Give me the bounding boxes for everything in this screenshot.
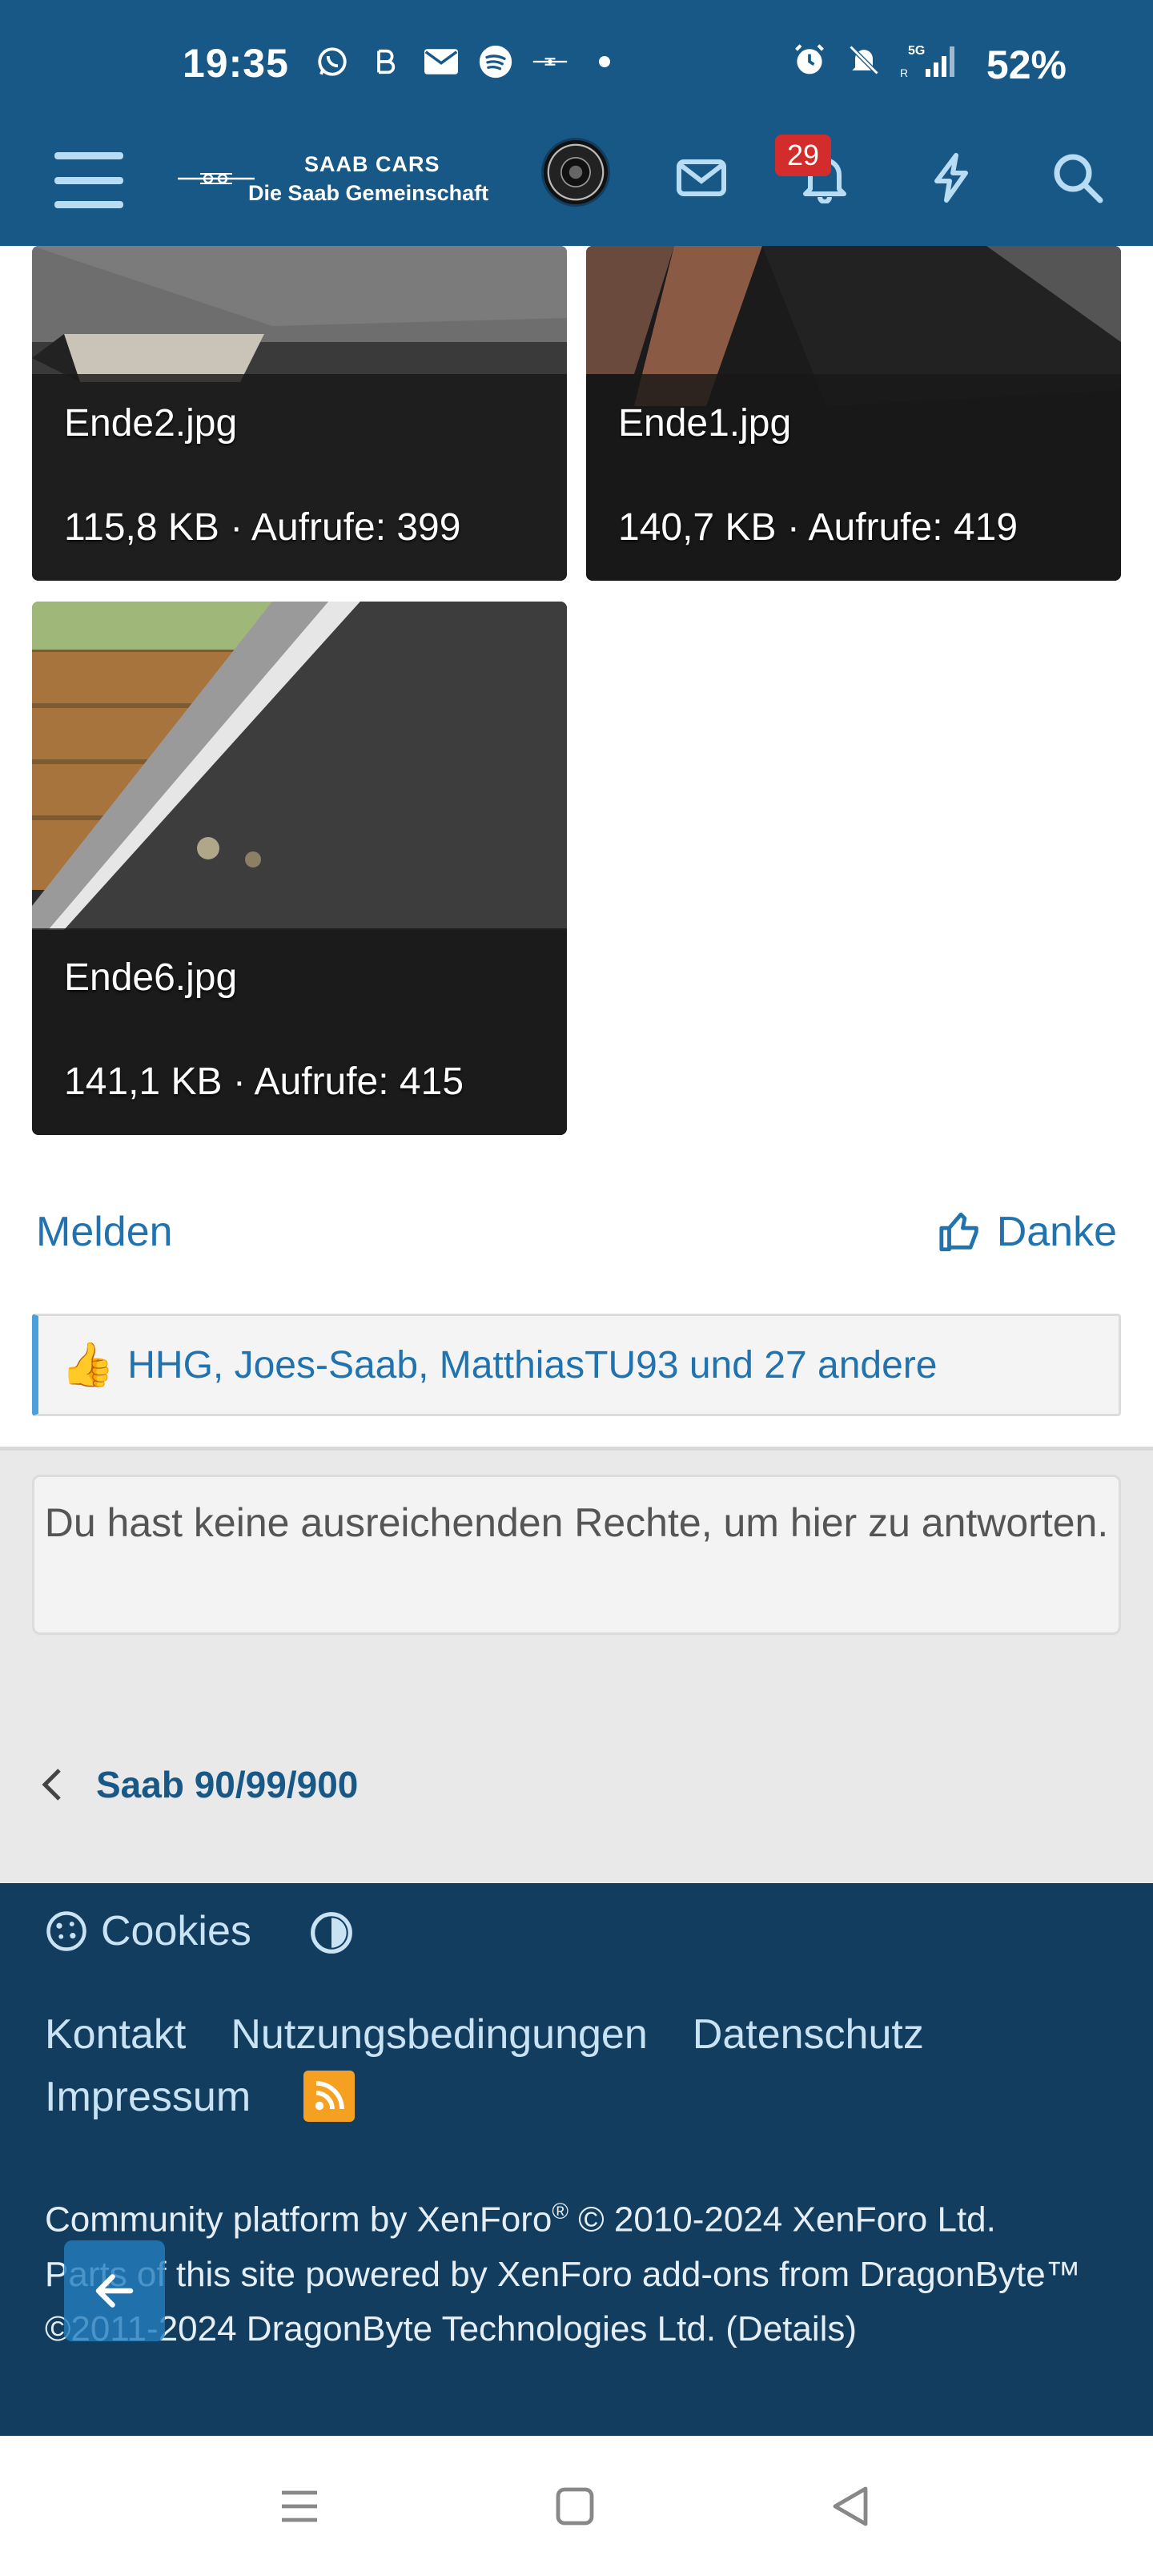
whatsapp-icon [314,43,351,80]
home-square-icon[interactable] [551,2482,599,2530]
status-time: 19:35 [183,41,289,86]
battery-level: 52% [986,42,1067,87]
signal-app-icon [368,43,405,80]
reactions-list[interactable]: HHG, Joes-Saab, MatthiasTU93 und 27 ande… [127,1343,937,1387]
saab-icon [532,43,568,80]
svg-text:R: R [900,66,908,78]
5g-signal-icon: 5G R [900,42,961,78]
style-variation-toggle[interactable] [309,1910,354,1959]
footer-link-kontakt[interactable]: Kontakt [45,2011,186,2058]
footer-link-impressum[interactable]: Impressum [45,2074,251,2120]
inbox-icon[interactable] [669,146,733,210]
post-actions: Melden Danke [0,1201,1153,1274]
breadcrumb-forum[interactable]: Saab 90/99/900 [96,1763,358,1806]
status-app-icons [314,43,623,80]
logo-title: SAAB CARS [304,152,440,176]
status-system-icons: 5G R [791,42,961,78]
cookies-label: Cookies [101,1908,251,1954]
site-header: SAAB CARS Die Saab Gemeinschaft 29 [0,128,1153,246]
search-icon[interactable] [1046,146,1110,210]
site-footer: Cookies Kontakt Nutzungsbedingungen Datens… [0,1883,1153,2436]
saab-logo-icon [178,173,255,184]
thumbs-up-emoji-icon: 👍 [61,1340,115,1389]
rss-icon[interactable] [303,2071,356,2123]
copyright-notice: Community platform by XenForo® © 2010-20… [45,2184,1118,2357]
svg-text:5G: 5G [908,44,925,58]
system-nav-bar [0,2436,1153,2576]
avatar[interactable] [541,138,610,207]
alarm-icon [791,42,828,78]
status-bar: 19:35 5G R 52% [0,0,1153,128]
breadcrumb[interactable]: Saab 90/99/900 [40,1763,358,1806]
attachment-card[interactable]: Ende1.jpg 140,7 KB · Aufrufe: 419 [586,246,1121,581]
thanks-button[interactable]: Danke [938,1208,1117,1256]
attachment-meta: 141,1 KB · Aufrufe: 415 [64,1061,464,1103]
thanks-label: Danke [996,1209,1117,1255]
logo-subtitle: Die Saab Gemeinschaft [248,181,489,205]
chevron-left-icon [42,1769,61,1801]
mail-icon [423,43,460,80]
top-bar: 19:35 5G R 52% SAAB CARS Die Saab Gemein… [0,0,1153,246]
copyright-xenforo-years: © 2010-2024 XenForo Ltd. [568,2200,996,2240]
contrast-icon [311,1912,352,1954]
attachment-filename[interactable]: Ende2.jpg [64,401,237,445]
back-button[interactable] [64,2240,165,2341]
footer-link-nutzungsbedingungen[interactable]: Nutzungsbedingungen [231,2011,647,2058]
no-permission-notice: Du hast keine ausreichenden Rechte, um h… [32,1475,1121,1635]
whats-new-lightning-icon[interactable] [919,146,983,210]
attachment-caption: Ende6.jpg 141,1 KB · Aufrufe: 415 [32,928,567,1135]
recents-menu-icon[interactable] [275,2482,323,2530]
reactions-bar[interactable]: 👍 HHG, Joes-Saab, MatthiasTU93 und 27 an… [32,1314,1121,1416]
site-logo[interactable]: SAAB CARS Die Saab Gemeinschaft [176,152,504,216]
attachment-filename[interactable]: Ende6.jpg [64,956,237,1000]
arrow-left-icon [95,2274,134,2308]
attachment-card[interactable]: Ende6.jpg 141,1 KB · Aufrufe: 415 [32,602,567,1135]
thumbs-up-icon [939,1212,978,1252]
report-link[interactable]: Melden [36,1208,173,1256]
attachment-meta: 115,8 KB · Aufrufe: 399 [64,506,461,549]
copyright-xenforo[interactable]: Community platform by XenForo [45,2200,552,2240]
thread-footer-area: Du hast keine ausreichenden Rechte, um h… [0,1451,1153,1883]
attachment-filename[interactable]: Ende1.jpg [618,401,791,445]
attachment-caption: Ende2.jpg 115,8 KB · Aufrufe: 399 [32,374,567,581]
back-triangle-icon[interactable] [826,2482,874,2530]
footer-link-datenschutz[interactable]: Datenschutz [693,2011,924,2058]
menu-icon[interactable] [54,146,123,215]
mute-icon [846,42,882,78]
cookie-icon [46,1911,86,1951]
cookies-link[interactable]: Cookies [45,1907,251,1955]
copyright-dragonbyte[interactable]: Parts of this site powered by XenForo ad… [45,2255,1081,2349]
notification-badge[interactable]: 29 [775,135,831,176]
dot-icon [586,43,623,80]
attachment-meta: 140,7 KB · Aufrufe: 419 [618,506,1018,549]
attachment-card[interactable]: Ende2.jpg 115,8 KB · Aufrufe: 399 [32,246,567,581]
attachment-caption: Ende1.jpg 140,7 KB · Aufrufe: 419 [586,374,1121,581]
registered-mark: ® [552,2199,568,2224]
spotify-icon [477,43,514,80]
footer-links: Kontakt Nutzungsbedingungen Datenschutz Im… [45,2003,1086,2128]
